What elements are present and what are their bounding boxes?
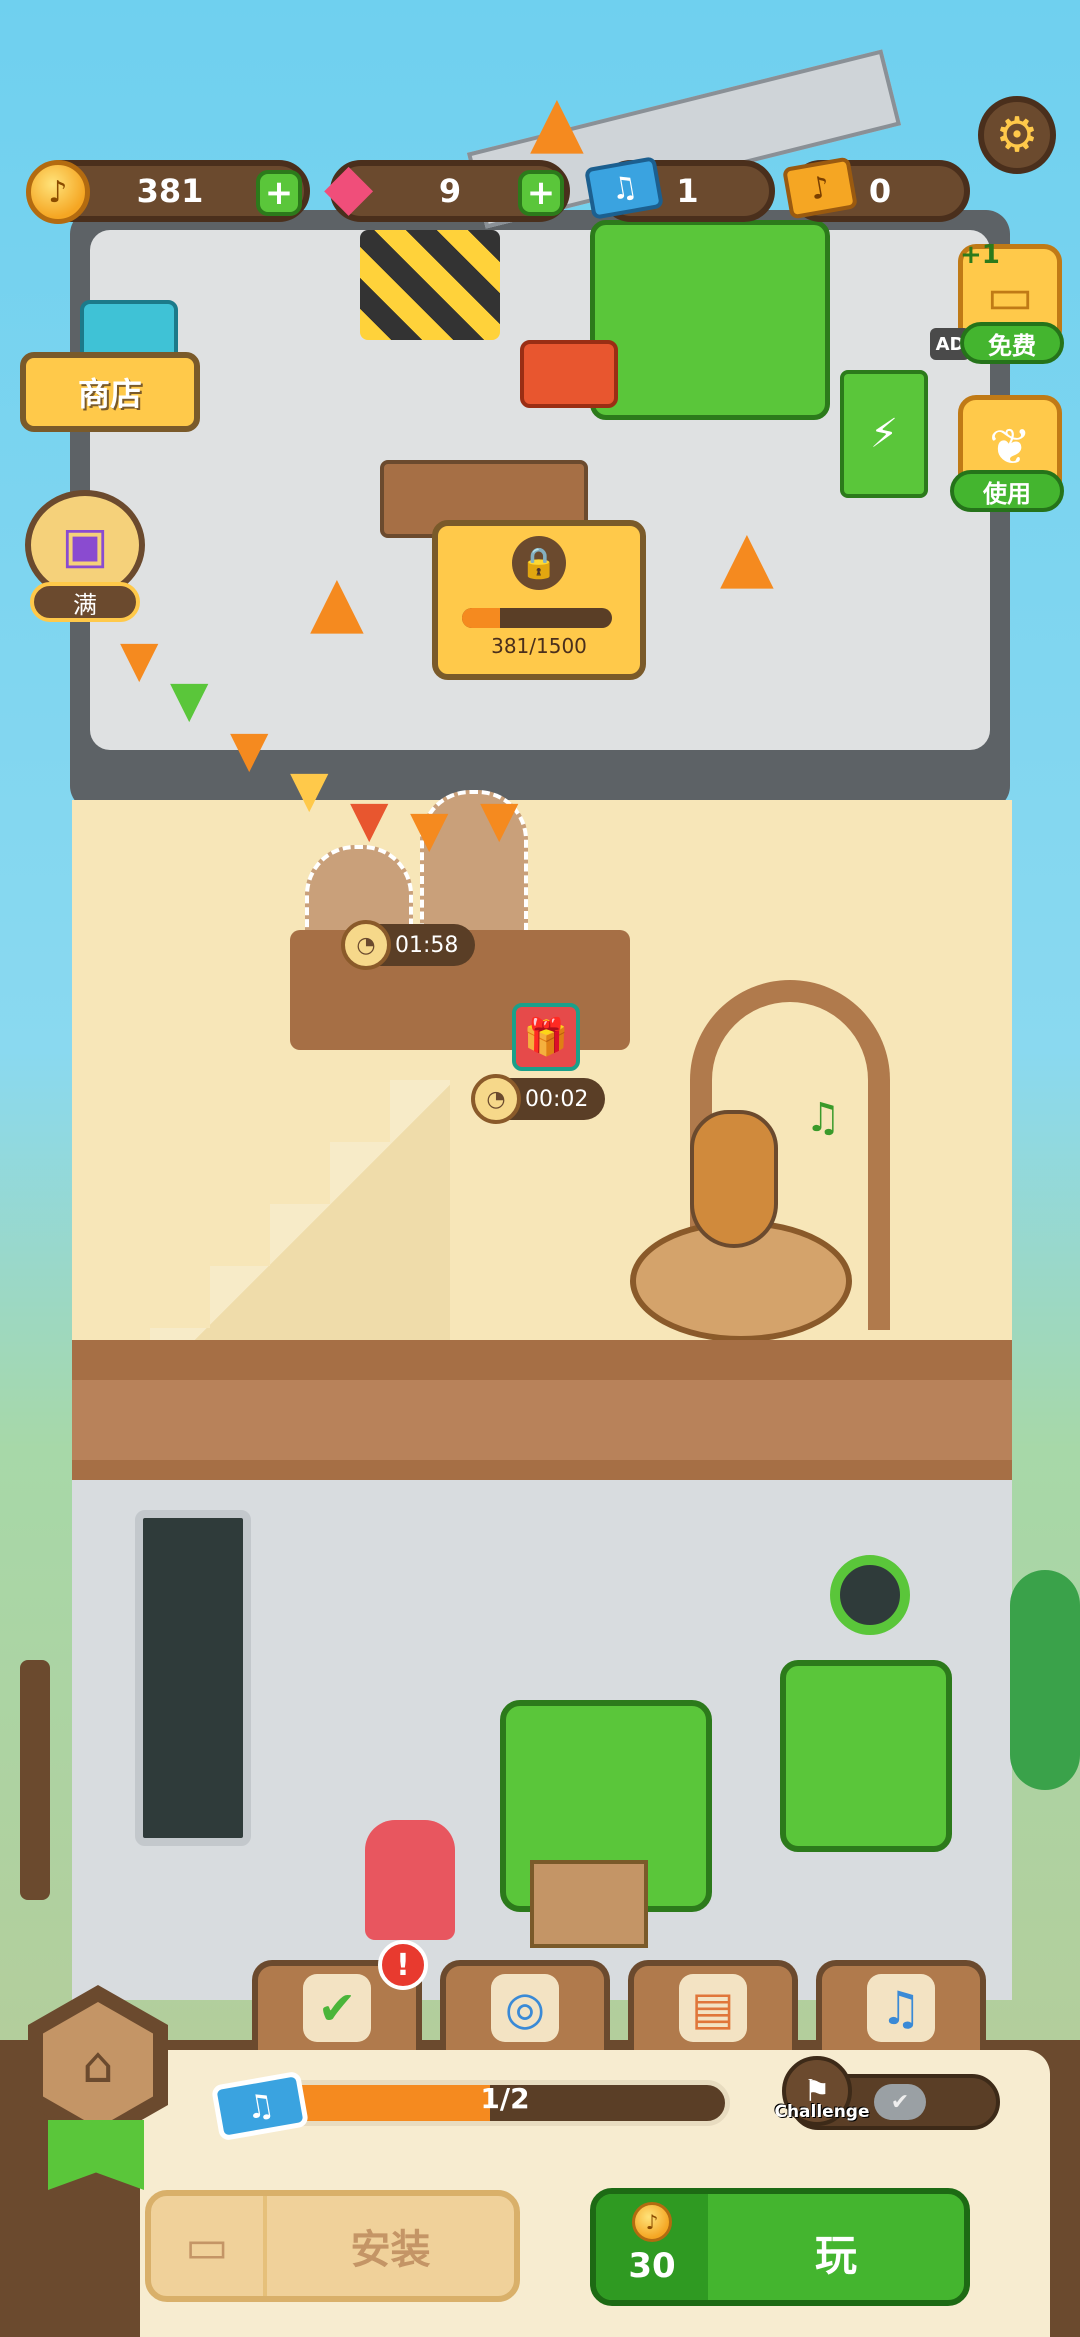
treasure-chest-button[interactable]: ▣ 满 xyxy=(20,490,150,630)
gift-box-icon[interactable]: 🎁 xyxy=(512,1003,580,1071)
arch-build-timer: ◔ 01:58 xyxy=(341,920,475,970)
shop-label: 商店 xyxy=(77,375,142,413)
checklist-icon: ✔ xyxy=(317,1981,357,2035)
floor-tiles xyxy=(72,1380,1012,1460)
toolbox xyxy=(520,340,618,408)
play-button[interactable]: ♪ 30 玩 xyxy=(590,2188,970,2306)
play-label: 玩 xyxy=(814,2231,857,2280)
wing-icon: ❦ xyxy=(989,418,1031,476)
gems-count: 9 xyxy=(438,172,462,210)
shop-button[interactable]: 商店 xyxy=(20,300,200,440)
tab-target[interactable]: ◎ xyxy=(440,1960,610,2050)
play-cost-area: ♪ 30 xyxy=(596,2194,708,2300)
toggle-knob: ✔ xyxy=(874,2084,926,2120)
blue-ticket-count: 1 xyxy=(676,172,699,210)
traffic-cone-icon: ▲ xyxy=(530,80,584,162)
guitar-character xyxy=(690,1110,778,1248)
music-note-coin-icon: ♪ xyxy=(632,2202,672,2242)
red-character xyxy=(365,1820,455,1940)
use-label: 使用 xyxy=(983,479,1031,508)
install-button[interactable]: ▭ 安装 xyxy=(145,2190,520,2302)
free-label: 免费 xyxy=(988,331,1036,360)
door-timer-text: 00:02 xyxy=(525,1086,589,1112)
ticket-icon: ▭ xyxy=(986,267,1034,325)
notebook-icon: ▤ xyxy=(691,1981,735,2035)
gold-ticket-count: 0 xyxy=(868,172,892,210)
music-note-coin-icon: ♪ xyxy=(26,160,90,224)
add-gems-button[interactable]: + xyxy=(518,170,564,216)
studio-door xyxy=(135,1510,251,1846)
tree xyxy=(1010,1570,1080,1790)
bunting-flags: ▼ ▼ ▼ ▼ ▼ ▼ ▼ xyxy=(120,630,519,858)
arch-timer-text: 01:58 xyxy=(395,932,459,958)
door-build-timer: ◔ 00:02 xyxy=(471,1074,605,1124)
tab-notebook[interactable]: ▤ xyxy=(628,1960,798,2050)
use-label-pill[interactable]: 使用 xyxy=(950,470,1064,512)
install-label: 安装 xyxy=(350,2227,431,2273)
settings-gear-icon[interactable]: ⚙ xyxy=(978,96,1056,174)
electric-box: ⚡ xyxy=(840,370,928,498)
chest-full-label: 满 xyxy=(73,590,97,619)
chest-full-badge: 满 xyxy=(30,582,140,622)
add-notes-button[interactable]: + xyxy=(256,170,302,216)
alert-badge-icon: ! xyxy=(378,1940,428,1990)
music-note-icon: ♫ xyxy=(805,1095,841,1141)
free-label-pill[interactable]: 免费 xyxy=(960,322,1064,364)
cardboard-box xyxy=(530,1860,648,1948)
traffic-cone-icon: ▲ xyxy=(720,515,774,597)
clock-icon: ◔ xyxy=(341,920,391,970)
notes-count: 381 xyxy=(136,172,204,210)
challenge-label: Challenge xyxy=(774,2102,870,2122)
song-list-icon: ♫ xyxy=(880,1981,922,2035)
shop-label-banner: 商店 xyxy=(20,352,200,432)
street-lamp xyxy=(20,1660,50,1900)
play-cost: 30 xyxy=(628,2246,676,2286)
crane-cabin xyxy=(590,220,830,420)
free-plus-one-badge: +1 xyxy=(960,240,1000,270)
tab-song-list[interactable]: ♫ xyxy=(816,1960,986,2050)
construction-barrier xyxy=(360,230,500,340)
clock-icon: ◔ xyxy=(471,1074,521,1124)
hammer-house-icon: ⌂ xyxy=(43,2002,153,2128)
studio-booth xyxy=(780,1660,952,1852)
record-icon xyxy=(830,1555,910,1635)
lock-icon: 🔒 xyxy=(512,536,566,590)
target-icon: ◎ xyxy=(504,1981,546,2035)
gem-icon: ◆ xyxy=(324,150,374,224)
level-progress-text: 1/2 xyxy=(480,2082,530,2115)
ticket-icon: ▭ xyxy=(151,2196,267,2296)
